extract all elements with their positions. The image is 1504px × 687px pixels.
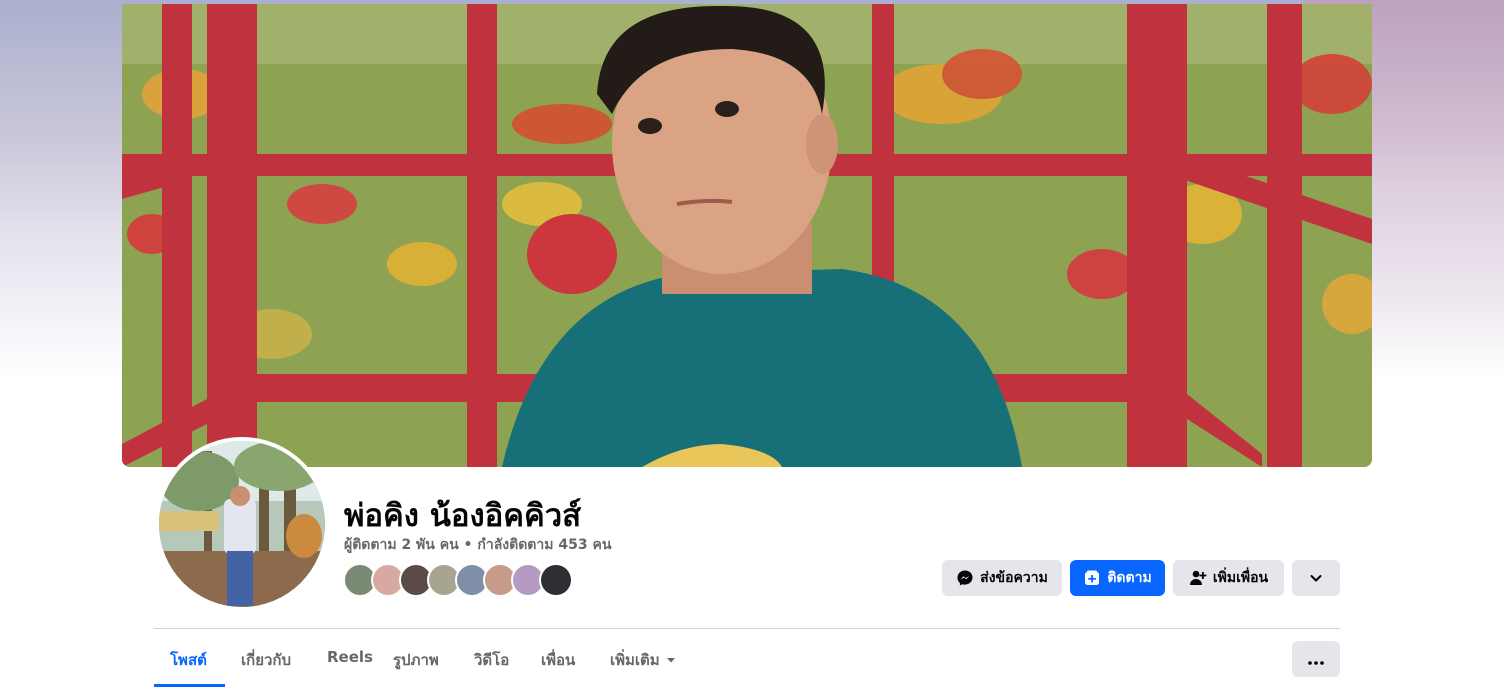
header-divider [154, 628, 1340, 629]
more-options-button[interactable] [1292, 641, 1340, 677]
chevron-down-icon [1309, 571, 1323, 585]
tab-friends[interactable]: เพื่อน [541, 648, 575, 672]
profile-avatar[interactable] [155, 437, 329, 611]
add-friend-button[interactable]: เพิ่มเพื่อน [1173, 560, 1284, 596]
tab-about[interactable]: เกี่ยวกับ [241, 648, 291, 672]
message-button-label: ส่งข้อความ [980, 570, 1048, 586]
friend-avatar-8[interactable] [539, 563, 573, 597]
ellipsis-icon [1308, 650, 1324, 669]
add-friend-button-label: เพิ่มเพื่อน [1212, 570, 1269, 586]
follow-button[interactable]: ติดตาม [1070, 560, 1165, 596]
tab-posts[interactable]: โพสต์ [170, 648, 207, 672]
follow-stats[interactable]: ผู้ติดตาม 2 พัน คน • กำลังติดตาม 453 คน [344, 534, 611, 556]
messenger-icon [956, 569, 974, 587]
profile-name: พ่อคิง น้องอิคคิวส์ [344, 498, 582, 534]
profile-picture [159, 441, 325, 607]
tab-reels[interactable]: Reels [327, 648, 373, 666]
caret-down-icon [666, 651, 676, 669]
follow-button-label: ติดตาม [1107, 570, 1152, 586]
tab-videos[interactable]: วิดีโอ [474, 648, 509, 672]
message-button[interactable]: ส่งข้อความ [942, 560, 1062, 596]
tab-photos[interactable]: รูปภาพ [393, 648, 439, 672]
follow-icon [1083, 569, 1101, 587]
tab-more[interactable]: เพิ่มเติม [610, 648, 676, 672]
profile-menu-button[interactable] [1292, 560, 1340, 596]
cover-photo[interactable] [122, 4, 1372, 467]
add-friend-icon [1189, 569, 1207, 587]
tab-more-label: เพิ่มเติม [610, 651, 660, 669]
mutual-friends-list [343, 563, 583, 597]
